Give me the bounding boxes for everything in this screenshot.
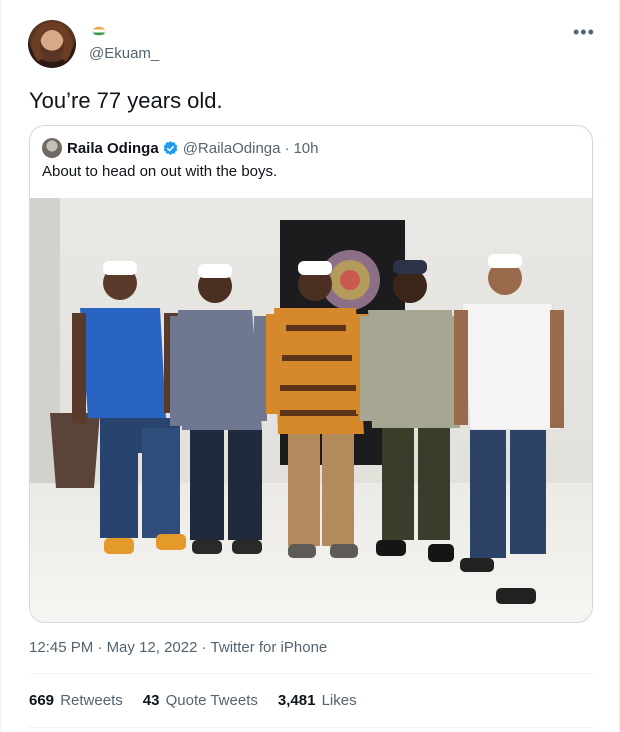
- quoted-tweet-card[interactable]: Raila Odinga @RailaOdinga · 10h About to…: [29, 125, 593, 623]
- retweets-label: Retweets: [60, 692, 123, 709]
- quote-tweets-stat[interactable]: 43 Quote Tweets: [143, 692, 258, 709]
- tweet-detail: @Ekuam_ ••• You’re 77 years old. Raila O…: [0, 0, 620, 732]
- meta-separator: ·: [93, 639, 107, 656]
- quoted-tweet-text: About to head on out with the boys.: [42, 163, 278, 180]
- quoted-tweet-photo[interactable]: [30, 198, 593, 623]
- quoted-author-avatar[interactable]: [42, 138, 62, 158]
- tweet-text: You’re 77 years old.: [29, 88, 223, 113]
- retweets-stat[interactable]: 669 Retweets: [29, 692, 123, 709]
- author-handle[interactable]: @Ekuam_: [89, 45, 159, 62]
- meta-separator: ·: [197, 639, 211, 656]
- tweet-date[interactable]: May 12, 2022: [107, 639, 198, 656]
- quoted-author-name[interactable]: Raila Odinga: [67, 140, 159, 157]
- likes-label: Likes: [321, 692, 357, 709]
- quote-tweets-label: Quote Tweets: [165, 692, 258, 709]
- tweet-client[interactable]: Twitter for iPhone: [211, 639, 328, 656]
- likes-stat[interactable]: 3,481 Likes: [278, 692, 357, 709]
- tweet-metadata: 12:45 PM · May 12, 2022 · Twitter for iP…: [29, 639, 327, 656]
- retweets-count: 669: [29, 692, 55, 709]
- divider: [29, 673, 593, 674]
- divider: [29, 727, 593, 728]
- lotus-flag-icon: [90, 22, 108, 40]
- author-avatar[interactable]: [28, 20, 76, 68]
- verified-badge-icon: [163, 140, 177, 155]
- engagement-stats: 669 Retweets 43 Quote Tweets 3,481 Likes: [29, 692, 357, 709]
- more-options-icon[interactable]: •••: [573, 23, 595, 41]
- quoted-tweet-header: Raila Odinga @RailaOdinga · 10h: [42, 138, 319, 158]
- quoted-author-handle[interactable]: @RailaOdinga: [183, 140, 281, 157]
- quote-tweets-count: 43: [142, 692, 160, 709]
- quoted-tweet-age[interactable]: 10h: [293, 140, 318, 157]
- dot-separator: ·: [284, 139, 290, 157]
- likes-count: 3,481: [277, 692, 316, 709]
- tweet-time[interactable]: 12:45 PM: [29, 639, 93, 656]
